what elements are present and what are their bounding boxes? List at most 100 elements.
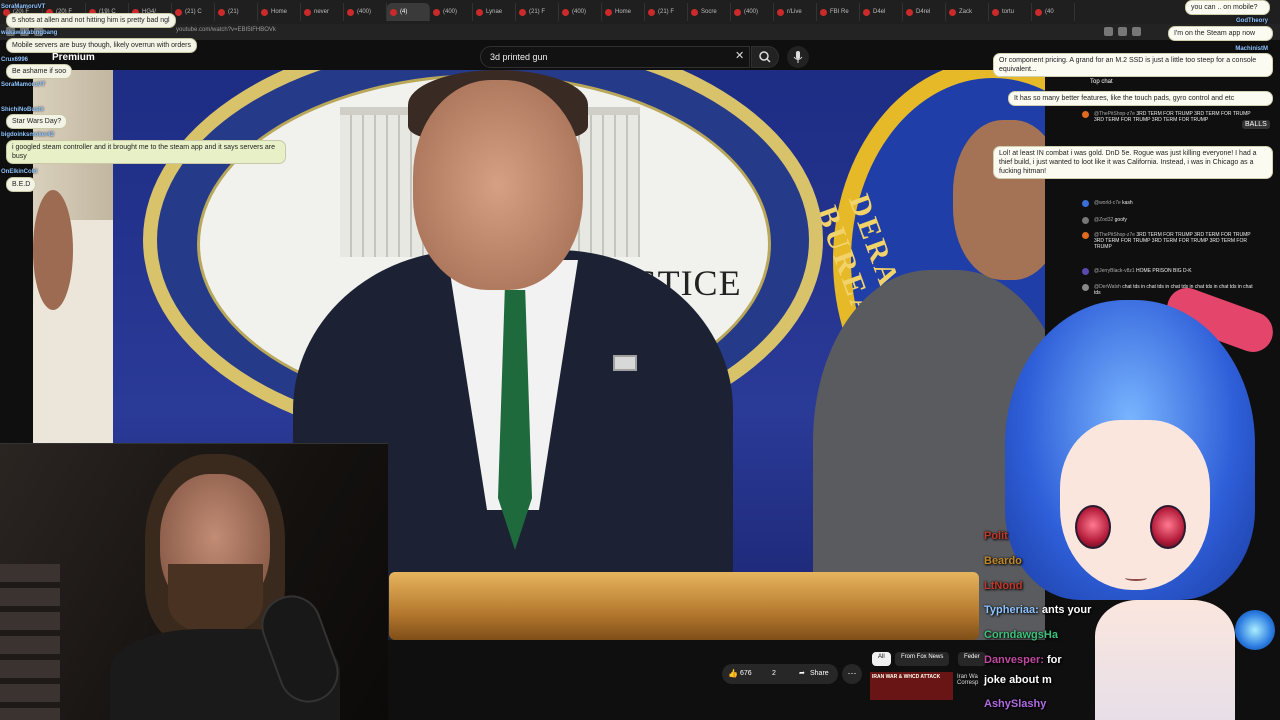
- chat-badge: BALLS: [1242, 120, 1270, 129]
- tab-favicon-icon: [992, 8, 999, 16]
- browser-tab[interactable]: D4el: [860, 3, 903, 21]
- twitch-chat-text: for: [1043, 654, 1062, 666]
- tab-label: Lynae: [486, 9, 503, 15]
- recommended-video-thumbnail[interactable]: IRAN WAR & WHCD ATTACK: [870, 672, 953, 700]
- tab-favicon-icon: [347, 8, 354, 16]
- overlay-chat-author: Crux6996: [1, 57, 29, 63]
- tab-favicon-icon: [175, 8, 182, 16]
- browser-tab[interactable]: r/Live: [774, 3, 817, 21]
- youtube-premium-logo[interactable]: Premium: [52, 52, 95, 63]
- browser-tab[interactable]: tortu: [989, 3, 1032, 21]
- overlay-chat-bubble: you can .. on mobile?: [1185, 0, 1270, 15]
- overlay-chat-author: SoraMamoruVT: [1, 82, 46, 88]
- browser-tab[interactable]: (21) C: [172, 3, 215, 21]
- chip-feder[interactable]: Feder: [958, 652, 986, 666]
- more-actions-button[interactable]: ⋯: [842, 664, 862, 684]
- chat-avatar: [1082, 217, 1089, 224]
- browser-tab[interactable]: (400): [344, 3, 387, 21]
- vtuber-mouth: [1125, 575, 1147, 581]
- browser-tab[interactable]: FBI Re: [817, 3, 860, 21]
- chat-avatar: [1082, 284, 1089, 291]
- dislike-count: 2: [772, 670, 776, 677]
- overlay-chat-author: wakawakabingbang: [1, 30, 58, 36]
- browser-tab[interactable]: (400): [731, 3, 774, 21]
- chip-all[interactable]: All: [872, 652, 891, 666]
- chat-author: @Zod32: [1094, 217, 1115, 223]
- youtube-chat-message: @JerryBlack-v8z1 HOME PRISON BIG D-K: [1082, 268, 1254, 275]
- thumbs-up-icon: 👍: [728, 669, 738, 678]
- chip-from-fox-news[interactable]: From Fox News: [895, 652, 950, 666]
- browser-tab[interactable]: D4rel: [903, 3, 946, 21]
- tab-favicon-icon: [433, 8, 440, 16]
- search-button[interactable]: [751, 46, 779, 68]
- clear-search-icon[interactable]: ✕: [735, 49, 744, 62]
- browser-tab[interactable]: (400): [559, 3, 602, 21]
- tab-favicon-icon: [863, 8, 870, 16]
- twitch-chat-author: LtNond: [984, 580, 1023, 592]
- tab-favicon-icon: [605, 8, 612, 16]
- tab-label: (21) C: [185, 9, 202, 15]
- browser-tab[interactable]: Socre: [688, 3, 731, 21]
- browser-tab[interactable]: (40: [1032, 3, 1075, 21]
- chat-text: kash: [1122, 200, 1133, 206]
- twitch-chat-line: CorndawgsHa: [984, 629, 1058, 641]
- like-count: 676: [740, 670, 752, 677]
- overlay-chat-bubble: Or component pricing. A grand for an M.2…: [993, 53, 1273, 77]
- browser-tab[interactable]: (4): [387, 3, 430, 21]
- top-chat-selector[interactable]: Top chat: [1090, 79, 1113, 85]
- browser-tab[interactable]: (21): [215, 3, 258, 21]
- url-field[interactable]: youtube.com/watch?v=EBI5tFHBOVk: [176, 27, 276, 33]
- twitch-chat-author: Typheriaa:: [984, 604, 1039, 616]
- overlay-chat-author: ShichiNoBushi: [1, 107, 44, 113]
- browser-tab[interactable]: Lynae: [473, 3, 516, 21]
- browser-tab[interactable]: never: [301, 3, 344, 21]
- vtuber-orb: [1235, 610, 1275, 650]
- bookmark-icon[interactable]: [1132, 27, 1141, 36]
- voice-search-button[interactable]: [787, 46, 809, 68]
- twitch-chat-author: AshySlashy: [984, 698, 1047, 710]
- overlay-chat-author: MachinistM: [1235, 46, 1268, 52]
- share-button[interactable]: ➦ Share: [794, 664, 838, 684]
- tab-favicon-icon: [261, 8, 268, 16]
- podium: [389, 572, 979, 640]
- overlay-chat-bubble: Mobile servers are busy though, likely o…: [6, 38, 197, 53]
- search-input[interactable]: 3d printed gun: [480, 46, 750, 68]
- extension-icon[interactable]: [1104, 27, 1113, 36]
- tab-label: (400): [357, 9, 372, 15]
- tab-label: FBI Re: [830, 9, 849, 15]
- tab-label: Zack: [959, 9, 973, 15]
- vtuber-right-eye: [1150, 505, 1186, 549]
- left-person-face: [33, 190, 73, 310]
- tab-favicon-icon: [1035, 8, 1042, 16]
- tab-favicon-icon: [691, 8, 698, 16]
- browser-tab[interactable]: Home: [602, 3, 645, 21]
- browser-tab[interactable]: (21) F: [645, 3, 688, 21]
- browser-tab[interactable]: Home: [258, 3, 301, 21]
- chat-text: HOME PRISON BIG D-K: [1136, 268, 1192, 274]
- tab-label: (400): [443, 9, 458, 15]
- overlay-chat-author: GodTheory: [1235, 18, 1268, 24]
- overlay-chat-bubble: B.E.D: [6, 177, 37, 192]
- overlay-chat-bubble: Star Wars Day?: [6, 114, 68, 129]
- vtuber-avatar: [985, 270, 1280, 720]
- browser-tab[interactable]: (21) F: [516, 3, 559, 21]
- right-person-head: [953, 120, 1045, 280]
- browser-tab[interactable]: (400): [430, 3, 473, 21]
- vtuber-body: [1095, 600, 1235, 720]
- recommended-video-title[interactable]: Iran Wa Corresp: [957, 674, 987, 686]
- tab-label: (21): [228, 9, 239, 15]
- tab-label: Socre: [701, 9, 717, 15]
- youtube-chat-message: @DerWalsh chat tds in chat tds in chat t…: [1082, 284, 1254, 296]
- chat-avatar: [1082, 200, 1089, 207]
- twitch-chat-line: Typheriaa: ants your: [984, 604, 1091, 616]
- share-label: Share: [810, 670, 829, 677]
- twitch-chat-line: AshySlashy: [984, 698, 1046, 710]
- background-shelf: [0, 564, 60, 720]
- tab-label: tortu: [1002, 9, 1015, 15]
- extension-icon[interactable]: [1118, 27, 1127, 36]
- browser-tab-bar: (20) F (20) F (19) C HG4/(21) C (21) Home neve…: [0, 0, 1280, 24]
- chat-author: @world-c7e: [1094, 200, 1123, 206]
- browser-tab[interactable]: Zack: [946, 3, 989, 21]
- search-icon: [759, 51, 771, 63]
- twitch-chat-author: Beardo: [984, 555, 1022, 567]
